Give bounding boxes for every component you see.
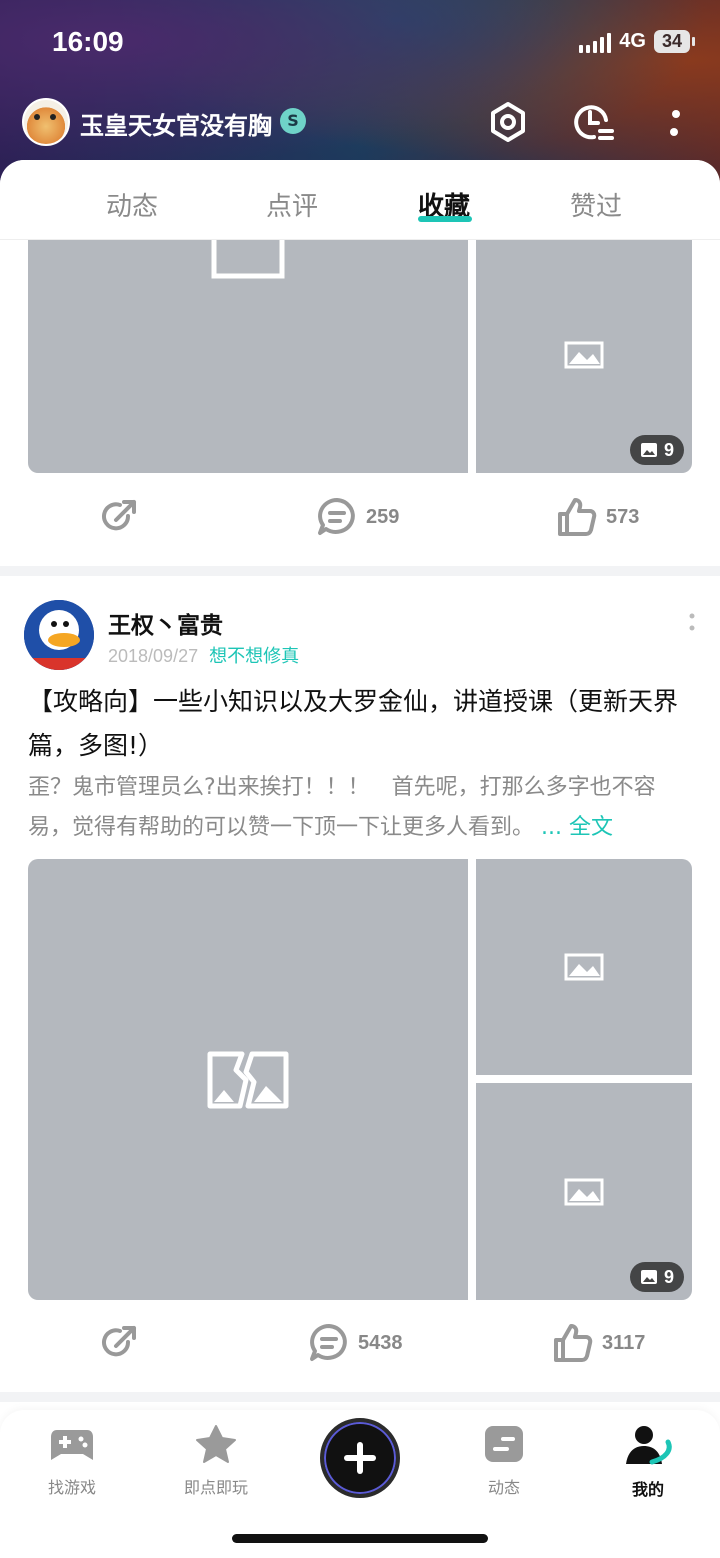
history-icon[interactable]	[570, 100, 614, 144]
image-placeholder-icon	[564, 953, 604, 981]
nav-me[interactable]: 我的	[588, 1424, 708, 1500]
nav-label: 找游戏	[47, 1478, 96, 1497]
image-placeholder-icon	[564, 341, 604, 368]
like-button[interactable]: 573	[556, 496, 639, 538]
image-count-badge: 9	[629, 1262, 684, 1292]
image-placeholder-icon	[207, 1051, 289, 1108]
nav-find-games[interactable]: 找游戏	[12, 1424, 132, 1498]
nav-label: 我的	[631, 1480, 664, 1499]
image-count-badge: 9	[629, 435, 684, 465]
like-count: 3117	[602, 1331, 646, 1354]
image-placeholder-icon	[564, 1178, 604, 1205]
thumbs-up-icon	[554, 1324, 593, 1362]
nav-label: 动态	[487, 1478, 520, 1497]
share-icon	[102, 500, 136, 531]
comment-count: 259	[366, 505, 400, 528]
star-icon	[196, 1425, 236, 1463]
duck-avatar-icon	[24, 600, 94, 670]
share-button[interactable]	[98, 496, 140, 538]
gamepad-icon	[51, 1430, 93, 1460]
profile-tabs: 动态 点评 收藏 赞过	[0, 160, 720, 240]
post-separator	[0, 1392, 720, 1402]
avatar[interactable]	[22, 98, 70, 146]
settings-icon[interactable]	[486, 100, 530, 144]
active-tab-indicator	[418, 216, 472, 222]
signal-icon	[579, 31, 612, 53]
like-count: 573	[606, 505, 640, 528]
share-icon	[102, 1326, 136, 1357]
post-image[interactable]: 9	[476, 236, 692, 473]
comment-count: 5438	[358, 1331, 403, 1354]
battery-icon: 34	[653, 30, 696, 53]
tab-liked[interactable]: 赞过	[570, 186, 622, 223]
author-name[interactable]: 王权丶富贵	[108, 606, 223, 640]
post-meta: 2018/09/27 想不想修真	[108, 642, 299, 668]
comment-button[interactable]: 259	[316, 496, 399, 538]
status-bar: 16:09 4G 34	[0, 0, 720, 86]
post-body[interactable]: 歪？鬼市管理员么?出来挨打！！！ 首先呢，打那么多字也不容易，觉得有帮助的可以赞…	[28, 768, 698, 848]
create-post-button[interactable]	[320, 1418, 400, 1498]
post-actions: 259 573	[0, 490, 720, 550]
post-separator	[0, 566, 720, 576]
post-image[interactable]	[476, 859, 692, 1075]
read-more-link[interactable]: ... 全文	[541, 815, 613, 840]
tab-reviews[interactable]: 点评	[266, 186, 318, 223]
tab-dynamics[interactable]: 动态	[106, 186, 158, 223]
post-image[interactable]	[28, 220, 468, 473]
image-icon	[640, 443, 657, 457]
image-icon	[640, 1270, 657, 1284]
network-type: 4G	[619, 30, 646, 52]
comment-icon	[310, 1324, 347, 1361]
post-image-grid: 9	[28, 220, 692, 473]
post-image[interactable]	[28, 859, 468, 1300]
post-channel[interactable]: 想不想修真	[209, 646, 299, 667]
nav-dynamics[interactable]: 动态	[444, 1424, 564, 1498]
more-icon[interactable]	[652, 100, 696, 144]
profile-bar: 玉皇天女官没有胸 S	[0, 94, 720, 150]
thumbs-up-icon	[558, 498, 597, 536]
image-count: 9	[663, 439, 674, 460]
post-date: 2018/09/27	[108, 646, 199, 666]
verified-badge-icon: S	[280, 108, 306, 134]
post-title[interactable]: 【攻略向】一些小知识以及大罗金仙，讲道授课（更新天界篇，多图!）	[28, 680, 698, 768]
post-actions: 5438 3117	[0, 1316, 720, 1376]
comment-button[interactable]: 5438	[308, 1322, 403, 1364]
plus-icon	[344, 1442, 376, 1474]
status-indicators: 4G 34	[579, 30, 696, 53]
post-more-icon[interactable]	[688, 612, 696, 634]
author-avatar[interactable]	[24, 600, 94, 670]
nav-instant-play[interactable]: 即点即玩	[156, 1424, 276, 1498]
share-button[interactable]	[98, 1322, 140, 1364]
status-time: 16:09	[52, 26, 124, 57]
comment-icon	[318, 498, 355, 535]
like-button[interactable]: 3117	[552, 1322, 645, 1364]
nav-label: 即点即玩	[183, 1478, 248, 1497]
home-indicator	[232, 1534, 488, 1543]
content-panel: 动态 点评 收藏 赞过 9 259 573 王权丶富贵 2018/09/27 想…	[0, 160, 720, 1410]
image-count: 9	[663, 1266, 674, 1287]
post-image[interactable]: 9	[476, 1083, 692, 1300]
profile-icon	[626, 1426, 672, 1465]
username[interactable]: 玉皇天女官没有胸	[80, 106, 272, 141]
post-image-grid: 9	[28, 859, 692, 1300]
feed-icon	[485, 1426, 523, 1462]
